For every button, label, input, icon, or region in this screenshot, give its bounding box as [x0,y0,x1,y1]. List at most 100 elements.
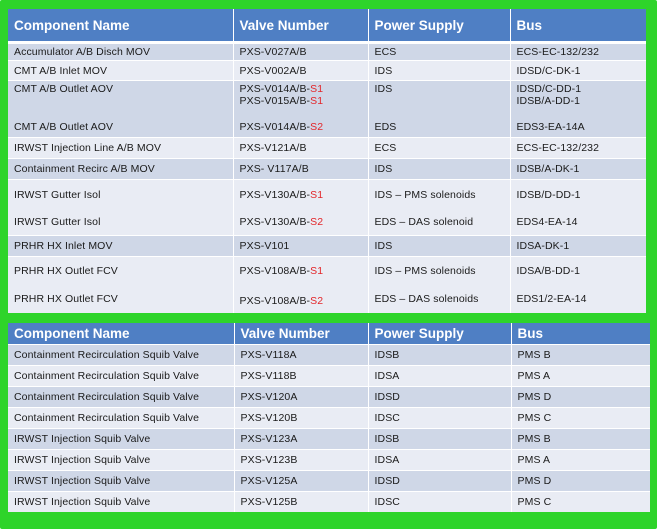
header-component-name: Component Name [8,9,234,43]
cell-bus: EDS3-EA-14A [510,117,646,138]
cell-component: IRWST Injection Squib Valve [8,449,235,471]
cell-component: CMT A/B Outlet AOV [8,117,234,138]
cell-valve: PXS-V125B [234,491,369,512]
valve-suffix-text: S2 [310,295,324,307]
table-row: CMT A/B Outlet AOV PXS-V014A/B-S1 PXS-V0… [8,80,646,118]
cell-valve: PXS-V130A/B-S1 [233,179,369,210]
cell-valve: PXS-V014A/B-S1 PXS-V015A/B-S1 [233,80,369,118]
cell-bus: IDSA-DK-1 [510,235,646,257]
cell-component: IRWST Injection Squib Valve [8,428,235,450]
valve-suffix-text: S1 [310,265,324,278]
cell-power: EDS – DAS solenoids [368,285,511,313]
bus-line: IDSB/A-DD-1 [516,95,581,107]
valve-base-text: PXS-V015A/B- [239,95,311,107]
cell-valve: PXS-V118B [234,365,369,387]
valve-suffix-text: S1 [310,188,324,201]
cell-power: IDSD [368,386,512,408]
header-bus: Bus [510,9,646,43]
valve-suffix-text: S2 [310,121,324,134]
valve-suffix-text: S1 [310,95,324,107]
cell-component: IRWST Gutter Isol [8,179,234,210]
table-row: Containment Recirculation Squib Valve PX… [8,344,650,366]
header-bus: Bus [511,323,650,345]
table-row: IRWST Gutter Isol PXS-V130A/B-S1 IDS – P… [8,179,646,210]
valve-base-text: PXS-V130A/B- [239,216,311,229]
cell-valve: PXS-V130A/B-S2 [233,209,369,236]
header-component-name: Component Name [8,323,235,345]
cell-valve: PXS-V002A/B [233,60,369,81]
cell-bus: PMS C [511,491,650,512]
cell-bus: PMS A [511,449,650,471]
table-row: Containment Recirculation Squib Valve PX… [8,407,650,429]
cell-bus: IDSD/C-DK-1 [510,60,646,81]
bus-line: IDSD/C-DD-1 [516,83,582,95]
header-valve-number: Valve Number [233,9,369,43]
valve-base-text: PXS-V014A/B- [239,83,311,95]
cell-bus: IDSB/D-DD-1 [510,179,646,210]
valve-base-text: PXS-V108A/B- [239,265,311,278]
cell-power: IDS – PMS solenoids [368,256,511,286]
cell-component: CMT A/B Inlet MOV [8,60,234,81]
table-row: Containment Recirculation Squib Valve PX… [8,386,650,408]
cell-bus: IDSA/B-DD-1 [510,256,646,286]
squib-valve-table: Component Name Valve Number Power Supply… [8,323,650,512]
slide-frame: Component Name Valve Number Power Supply… [0,0,660,531]
cell-power: EDS – DAS solenoid [368,209,511,236]
cell-bus: PMS A [511,365,650,387]
cell-valve: PXS-V101 [233,235,369,257]
cell-power: IDSC [368,491,512,512]
cell-component: Containment Recirculation Squib Valve [8,365,235,387]
cell-valve: PXS-V120A [234,386,369,408]
cell-power: IDSA [368,449,512,471]
table-row: PRHR HX Inlet MOV PXS-V101 IDS IDSA-DK-1 [8,235,646,257]
cell-power: EDS [368,117,511,138]
header-power-supply: Power Supply [368,9,511,43]
cell-power: IDSB [368,428,512,450]
valve-suffix-text: S1 [310,83,324,95]
cell-valve: PXS-V125A [234,470,369,492]
cell-component: PRHR HX Inlet MOV [8,235,234,257]
cell-power: ECS [368,137,511,159]
cell-power: ECS [368,41,511,61]
table-row: CMT A/B Inlet MOV PXS-V002A/B IDS IDSD/C… [8,60,646,81]
cell-valve: PXS-V027A/B [233,41,369,61]
table-row: PRHR HX Outlet FCV PXS-V108A/B-S1 IDS – … [8,256,646,286]
table-row: IRWST Injection Line A/B MOV PXS-V121A/B… [8,137,646,159]
table-row: Containment Recirc A/B MOV PXS- V117A/B … [8,158,646,180]
cell-bus: ECS-EC-132/232 [510,41,646,61]
valve-base-text: PXS-V130A/B- [239,188,311,201]
cell-bus: ECS-EC-132/232 [510,137,646,159]
cell-valve: PXS-V123A [234,428,369,450]
table-row: IRWST Injection Squib Valve PXS-V125A ID… [8,470,650,492]
cell-component: IRWST Gutter Isol [8,209,234,236]
table-row: Accumulator A/B Disch MOV PXS-V027A/B EC… [8,41,646,61]
cell-bus: PMS D [511,386,650,408]
cell-power: IDSD [368,470,512,492]
cell-power: IDSC [368,407,512,429]
cell-valve: PXS-V118A [234,344,369,366]
cell-valve: PXS-V014A/B-S2 [233,117,369,138]
cell-component: PRHR HX Outlet FCV [8,256,234,286]
cell-valve: PXS- V117A/B [233,158,369,180]
cell-bus: EDS4-EA-14 [510,209,646,236]
cell-valve: PXS-V123B [234,449,369,471]
valve-base-text: PXS-V014A/B- [239,121,311,134]
cell-component: IRWST Injection Squib Valve [8,491,235,512]
table-header-row: Component Name Valve Number Power Supply… [8,323,650,345]
cell-bus: PMS B [511,344,650,366]
valve-base-text: PXS-V108A/B- [239,295,311,307]
cell-component: Accumulator A/B Disch MOV [8,41,234,61]
cell-component: PRHR HX Outlet FCV [8,285,234,313]
table-row: IRWST Injection Squib Valve PXS-V123A ID… [8,428,650,450]
cell-valve: PXS-V108A/B-S1 [233,256,369,286]
table-row: PRHR HX Outlet FCV PXS-V108A/B-S2 EDS – … [8,285,646,313]
cell-bus: IDSD/C-DD-1 IDSB/A-DD-1 [510,80,646,118]
cell-bus: IDSB/A-DK-1 [510,158,646,180]
cell-component: CMT A/B Outlet AOV [8,80,234,118]
cell-component: Containment Recirculation Squib Valve [8,344,235,366]
cell-power: IDS [368,235,511,257]
header-valve-number: Valve Number [234,323,369,345]
table-row: IRWST Injection Squib Valve PXS-V125B ID… [8,491,650,512]
cell-component: IRWST Injection Squib Valve [8,470,235,492]
cell-valve: PXS-V121A/B [233,137,369,159]
